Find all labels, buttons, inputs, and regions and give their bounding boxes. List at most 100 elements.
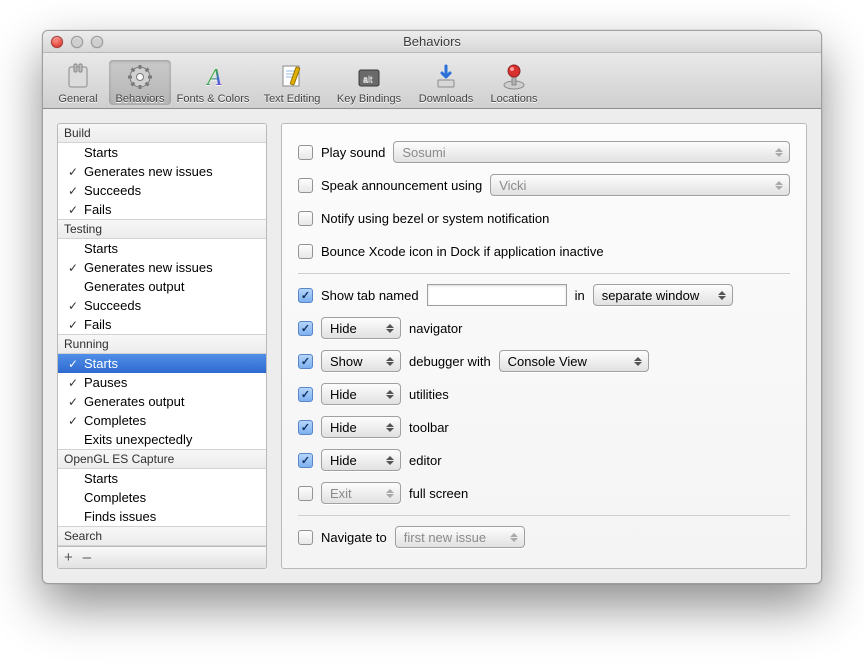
fullscreen-label: full screen bbox=[409, 486, 468, 501]
editor-row: Hide editor bbox=[298, 449, 790, 471]
navigate-to-row: Navigate to first new issue bbox=[298, 526, 790, 548]
navigator-label: navigator bbox=[409, 321, 462, 336]
speak-voice-select[interactable]: Vicki bbox=[490, 174, 790, 196]
zoom-icon[interactable] bbox=[91, 36, 103, 48]
checkmark-icon: ✓ bbox=[66, 203, 80, 217]
list-item[interactable]: ✓ Generates new issues bbox=[58, 258, 266, 277]
toolbar-fonts-colors[interactable]: A Fonts & Colors bbox=[171, 60, 255, 105]
toolbar-vis-checkbox[interactable] bbox=[298, 420, 313, 435]
list-item-label: Starts bbox=[84, 471, 118, 486]
tab-location-select[interactable]: separate window bbox=[593, 284, 733, 306]
toolbar-text-editing[interactable]: Text Editing bbox=[255, 60, 329, 105]
list-item[interactable]: Completes bbox=[58, 488, 266, 507]
bounce-checkbox[interactable] bbox=[298, 244, 313, 259]
fullscreen-action-select[interactable]: Exit bbox=[321, 482, 401, 504]
general-icon bbox=[62, 62, 94, 92]
list-item[interactable]: Generates output bbox=[58, 277, 266, 296]
checkmark-icon: ✓ bbox=[66, 184, 80, 198]
behavior-list[interactable]: Build Starts ✓ Generates new issues ✓ Succeed… bbox=[58, 124, 266, 546]
list-item[interactable]: Exits unexpectedly bbox=[58, 430, 266, 449]
toolbar-key-bindings[interactable]: alt Key Bindings bbox=[329, 60, 409, 105]
list-item-label: Starts bbox=[84, 145, 118, 160]
list-item[interactable]: Finds issues bbox=[58, 507, 266, 526]
list-item-label: Succeeds bbox=[84, 183, 141, 198]
show-tab-checkbox[interactable] bbox=[298, 288, 313, 303]
navigator-checkbox[interactable] bbox=[298, 321, 313, 336]
play-sound-row: Play sound Sosumi bbox=[298, 141, 790, 163]
navigate-to-checkbox[interactable] bbox=[298, 530, 313, 545]
utilities-action-select[interactable]: Hide bbox=[321, 383, 401, 405]
bounce-label: Bounce Xcode icon in Dock if application… bbox=[321, 244, 604, 259]
list-item-label: Fails bbox=[84, 317, 111, 332]
locations-icon bbox=[498, 62, 530, 92]
debugger-view-select[interactable]: Console View bbox=[499, 350, 649, 372]
group-header: Build bbox=[58, 124, 266, 143]
show-tab-label: Show tab named bbox=[321, 288, 419, 303]
list-item[interactable]: ✓ Generates output bbox=[58, 392, 266, 411]
list-item-label: Fails bbox=[84, 202, 111, 217]
svg-text:alt: alt bbox=[363, 74, 373, 84]
fullscreen-checkbox[interactable] bbox=[298, 486, 313, 501]
list-item[interactable]: ✓ Succeeds bbox=[58, 181, 266, 200]
list-item-label: Starts bbox=[84, 241, 118, 256]
play-sound-checkbox[interactable] bbox=[298, 145, 313, 160]
debugger-action-select[interactable]: Show bbox=[321, 350, 401, 372]
utilities-label: utilities bbox=[409, 387, 449, 402]
play-sound-select[interactable]: Sosumi bbox=[393, 141, 790, 163]
toolbar-vis-label: toolbar bbox=[409, 420, 449, 435]
downloads-icon bbox=[430, 62, 462, 92]
preferences-window: Behaviors General bbox=[42, 30, 822, 584]
list-item[interactable]: Starts bbox=[58, 143, 266, 162]
text-editing-icon bbox=[276, 62, 308, 92]
list-item[interactable]: Starts bbox=[58, 239, 266, 258]
list-item[interactable]: ✓Completes bbox=[58, 411, 266, 430]
list-item-label: Pauses bbox=[84, 375, 127, 390]
navigator-row: Hide navigator bbox=[298, 317, 790, 339]
minimize-icon[interactable] bbox=[71, 36, 83, 48]
toolbar-label: Fonts & Colors bbox=[171, 93, 255, 105]
close-icon[interactable] bbox=[51, 36, 63, 48]
checkmark-icon: ✓ bbox=[66, 165, 80, 179]
behavior-detail-panel: Play sound Sosumi Speak announcement usi… bbox=[281, 123, 807, 569]
checkmark-icon: ✓ bbox=[66, 261, 80, 275]
toolbar-downloads[interactable]: Downloads bbox=[409, 60, 483, 105]
editor-checkbox[interactable] bbox=[298, 453, 313, 468]
toolbar-locations[interactable]: Locations bbox=[483, 60, 545, 105]
list-item-label: Generates output bbox=[84, 279, 184, 294]
editor-action-select[interactable]: Hide bbox=[321, 449, 401, 471]
list-item[interactable]: ✓ Fails bbox=[58, 200, 266, 219]
add-button[interactable]: + bbox=[64, 549, 73, 566]
list-item-label: Completes bbox=[84, 490, 146, 505]
svg-text:A: A bbox=[205, 65, 222, 91]
list-item-label: Completes bbox=[84, 413, 146, 428]
separator bbox=[298, 515, 790, 516]
remove-button[interactable]: – bbox=[83, 549, 91, 566]
list-item-label: Exits unexpectedly bbox=[84, 432, 192, 447]
tab-name-input[interactable] bbox=[427, 284, 567, 306]
list-item[interactable]: ✓Generates new issues bbox=[58, 162, 266, 181]
debugger-checkbox[interactable] bbox=[298, 354, 313, 369]
notify-checkbox[interactable] bbox=[298, 211, 313, 226]
fullscreen-row: Exit full screen bbox=[298, 482, 790, 504]
list-item[interactable]: Starts bbox=[58, 469, 266, 488]
list-item[interactable]: ✓Fails bbox=[58, 315, 266, 334]
utilities-checkbox[interactable] bbox=[298, 387, 313, 402]
toolbar-label: Downloads bbox=[409, 93, 483, 105]
list-item-label: Generates new issues bbox=[84, 260, 213, 275]
list-item-label: Starts bbox=[84, 356, 118, 371]
navigator-action-select[interactable]: Hide bbox=[321, 317, 401, 339]
list-item[interactable]: ✓Pauses bbox=[58, 373, 266, 392]
list-item[interactable]: ✓Succeeds bbox=[58, 296, 266, 315]
list-item[interactable]: ✓Starts bbox=[58, 354, 266, 373]
toolbar-label: Behaviors bbox=[109, 93, 171, 105]
gear-icon bbox=[124, 62, 156, 92]
toolbar-vis-action-select[interactable]: Hide bbox=[321, 416, 401, 438]
toolbar-behaviors[interactable]: Behaviors bbox=[109, 60, 171, 105]
checkmark-icon: ✓ bbox=[66, 395, 80, 409]
toolbar-general[interactable]: General bbox=[47, 60, 109, 105]
navigate-to-select[interactable]: first new issue bbox=[395, 526, 525, 548]
list-item-label: Generates output bbox=[84, 394, 184, 409]
key-bindings-icon: alt bbox=[353, 62, 385, 92]
debugger-row: Show debugger with Console View bbox=[298, 350, 790, 372]
speak-checkbox[interactable] bbox=[298, 178, 313, 193]
